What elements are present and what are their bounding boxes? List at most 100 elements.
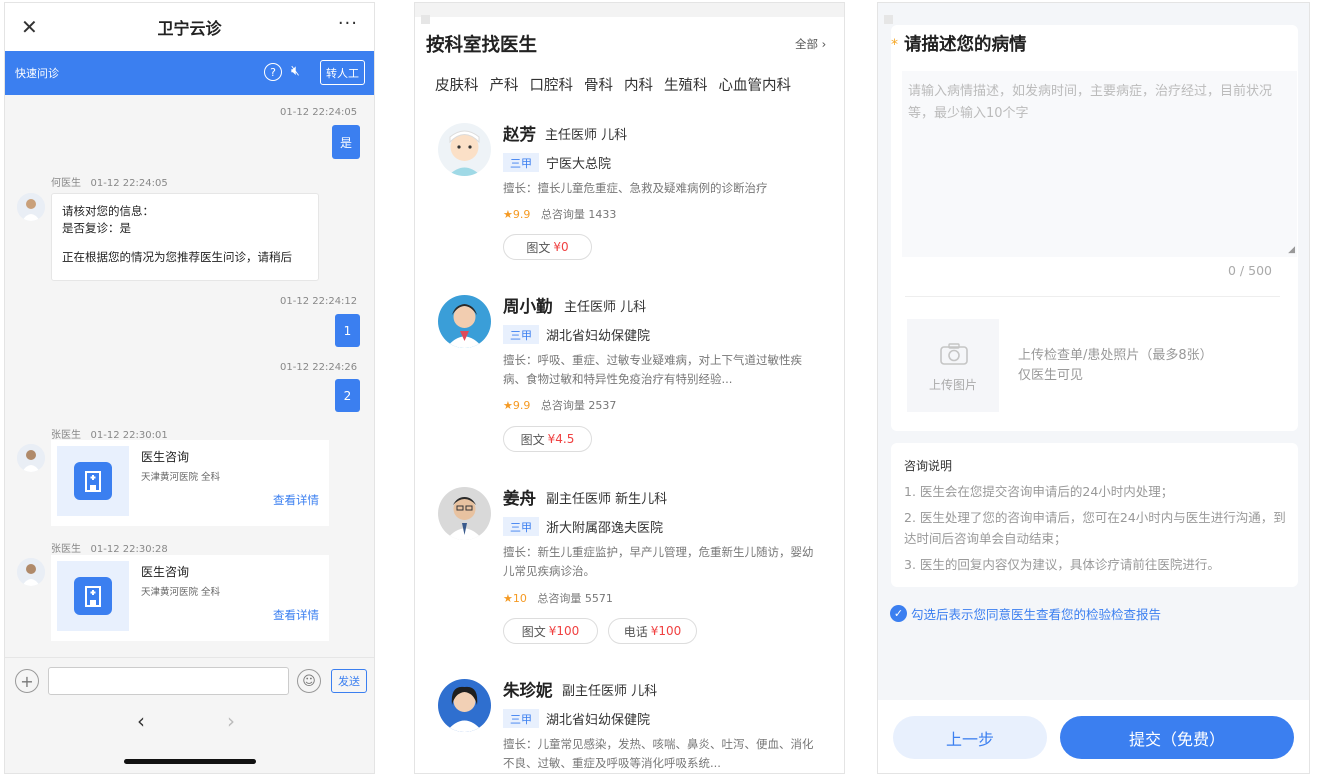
doctor-specialty: 擅长：呼吸、重症、过敏专业疑难病，对上下气道过敏性疾病、食物过敏和特异性免疫治疗…: [503, 353, 802, 386]
doctor-specialty: 擅长：擅长儿童危重症、急救及疑难病例的诊断治疗: [503, 181, 768, 195]
hospital-thumb: [57, 446, 129, 516]
quick-consult-bar: 快速问诊 ? 🔇︎ 转人工: [5, 51, 374, 95]
department-tabs: 皮肤科 产科 口腔科 骨科 内科 生殖科 心血管内科: [435, 74, 802, 95]
phone-consult-button[interactable]: 电话 ¥100: [608, 618, 697, 644]
note-item: 2. 医生处理了您的咨询申请后，您可在24小时内与医生进行沟通，到达时间后咨询单…: [904, 510, 1286, 546]
doctor-rating: ★10 总咨询量 5571: [503, 592, 613, 605]
card-title: 医生咨询: [141, 565, 190, 579]
doctor-sender: 张医生 01-12 22:30:28: [51, 544, 168, 555]
view-details-link[interactable]: 查看详情: [273, 492, 319, 508]
placeholder-square: [884, 15, 893, 24]
text-consult-button[interactable]: 图文 ¥100: [503, 618, 598, 644]
doctor-name: 周小勤: [503, 297, 553, 316]
home-indicator: [124, 759, 256, 764]
browser-nav-bar: ‹ ›: [5, 703, 374, 773]
star-icon: ★: [503, 399, 513, 412]
dept-tab[interactable]: 内科: [624, 74, 653, 95]
textarea-placeholder: 请输入病情描述，如发病时间，主要病症，治疗经过，目前状况等，最少输入10个字: [908, 84, 1273, 121]
back-arrow-icon[interactable]: ‹: [137, 709, 145, 733]
hospital-name: 浙大附属邵逸夫医院: [546, 521, 664, 536]
doctor-specialty: 擅长：新生儿重症监护，早产儿管理，危重新生儿随访，婴幼儿常见疾病诊治。: [503, 545, 814, 578]
submit-button[interactable]: 提交（免费）: [1060, 716, 1294, 759]
doctor-consult-card[interactable]: 医生咨询 天津黄河医院 全科 查看详情: [51, 555, 329, 641]
prev-step-button[interactable]: 上一步: [893, 716, 1047, 759]
doctor-photo: [438, 123, 491, 176]
placeholder-square: [421, 15, 430, 24]
star-icon: ★: [503, 592, 513, 605]
message-input[interactable]: [48, 667, 289, 695]
forward-arrow-icon[interactable]: ›: [227, 709, 235, 733]
card-title: 医生咨询: [141, 450, 190, 464]
doctor-name: 朱珍妮: [503, 681, 553, 700]
send-button[interactable]: 发送: [331, 669, 367, 693]
text-consult-button[interactable]: 图文 ¥4.5: [503, 426, 592, 452]
describe-condition-screen: * 请描述您的病情 请输入病情描述，如发病时间，主要病症，治疗经过，目前状况等，…: [877, 2, 1310, 774]
hospital-tier-badge: 三甲: [503, 325, 539, 344]
my-message: 是: [332, 125, 360, 159]
dept-tab[interactable]: 心血管内科: [719, 74, 792, 95]
doctor-avatar: [17, 193, 45, 221]
doctor-message: 请核对您的信息： 是否复诊：是 正在根据您的情况为您推荐医生问诊，请稍后: [51, 193, 319, 281]
mute-icon[interactable]: 🔇︎: [291, 63, 300, 79]
dept-tab[interactable]: 皮肤科: [435, 74, 479, 95]
view-details-link[interactable]: 查看详情: [273, 607, 319, 623]
plus-icon[interactable]: +: [15, 669, 39, 693]
upload-visibility: 仅医生可见: [1018, 368, 1084, 383]
text-consult-button[interactable]: 图文 ¥0: [503, 234, 592, 260]
doctor-avatar: [17, 558, 45, 586]
star-icon: ★: [503, 208, 513, 221]
doctor-sender: 何医生 01-12 22:24:05: [51, 178, 168, 189]
char-counter: 0 / 500: [1228, 263, 1272, 278]
dept-tab[interactable]: 产科: [490, 74, 519, 95]
title-bar: ✕ 卫宁云诊 ···: [5, 3, 374, 51]
doctor-avatar: [17, 444, 45, 472]
emoji-icon[interactable]: ☺: [297, 669, 321, 693]
upload-image-button[interactable]: 上传图片: [907, 319, 999, 412]
doctor-rating: ★9.9 总咨询量 2537: [503, 399, 617, 412]
dept-tab[interactable]: 骨科: [584, 74, 613, 95]
doctor-rating: ★9.9 总咨询量 1433: [503, 208, 617, 221]
doctor-consult-card[interactable]: 医生咨询 天津黄河医院 全科 查看详情: [51, 440, 329, 526]
hospital-icon: [74, 462, 112, 500]
form-title: 请描述您的病情: [904, 35, 1027, 55]
doctor-title: 主任医师 儿科: [564, 300, 647, 315]
help-icon[interactable]: ?: [264, 63, 282, 81]
agree-checkbox-row[interactable]: ✓ 勾选后表示您同意医生查看您的检验检查报告: [890, 604, 1161, 623]
section-heading: 按科室找医生: [426, 35, 538, 56]
quick-consult-label: 快速问诊: [15, 67, 59, 80]
dept-tab[interactable]: 生殖科: [664, 74, 708, 95]
view-all-link[interactable]: 全部 ›: [795, 36, 826, 52]
dept-tab[interactable]: 口腔科: [530, 74, 574, 95]
my-message: 1: [335, 314, 360, 347]
top-strip: [415, 3, 844, 24]
hospital-tier-badge: 三甲: [503, 709, 539, 728]
doctor-photo: [438, 679, 491, 732]
message-time: 01-12 22:24:26: [280, 362, 358, 373]
footer-bar: 上一步 提交（免费）: [878, 700, 1309, 773]
doctor-title: 副主任医师 新生儿科: [546, 492, 668, 507]
chat-screen: ✕ 卫宁云诊 ··· 快速问诊 ? 🔇︎ 转人工 01-12 22:24:05 …: [4, 2, 375, 774]
doctor-name: 姜舟: [503, 489, 536, 508]
message-time: 01-12 22:24:05: [280, 107, 358, 118]
doctor-list-screen: 按科室找医生 全部 › 皮肤科 产科 口腔科 骨科 内科 生殖科 心血管内科 赵…: [414, 2, 845, 774]
hospital-tier-badge: 三甲: [503, 153, 539, 172]
hospital-thumb: [57, 561, 129, 631]
resize-handle-icon[interactable]: ◢: [1288, 245, 1295, 255]
chat-input-bar: + ☺ 发送: [5, 657, 374, 703]
upload-hint: 上传检查单/患处照片（最多8张）: [1018, 348, 1213, 363]
doctor-specialty: 擅长：儿童常见感染，发热、咳喘、鼻炎、吐泻、便血、消化不良、过敏、重症及呼吸等消…: [503, 737, 814, 770]
card-subtitle: 天津黄河医院 全科: [141, 587, 221, 598]
transfer-human-button[interactable]: 转人工: [320, 60, 365, 85]
checkbox-checked-icon[interactable]: ✓: [890, 605, 907, 622]
note-item: 1. 医生会在您提交咨询申请后的24小时内处理；: [904, 484, 1174, 499]
my-message: 2: [335, 379, 360, 412]
condition-textarea[interactable]: 请输入病情描述，如发病时间，主要病症，治疗经过，目前状况等，最少输入10个字 ◢: [902, 71, 1297, 257]
hospital-name: 湖北省妇幼保健院: [546, 329, 651, 344]
doctor-sender: 张医生 01-12 22:30:01: [51, 430, 168, 441]
more-icon[interactable]: ···: [338, 13, 358, 34]
notes-title: 咨询说明: [904, 459, 953, 473]
required-mark: *: [891, 37, 898, 53]
top-strip: [878, 3, 1309, 25]
card-subtitle: 天津黄河医院 全科: [141, 472, 221, 483]
close-icon[interactable]: ✕: [21, 15, 38, 39]
